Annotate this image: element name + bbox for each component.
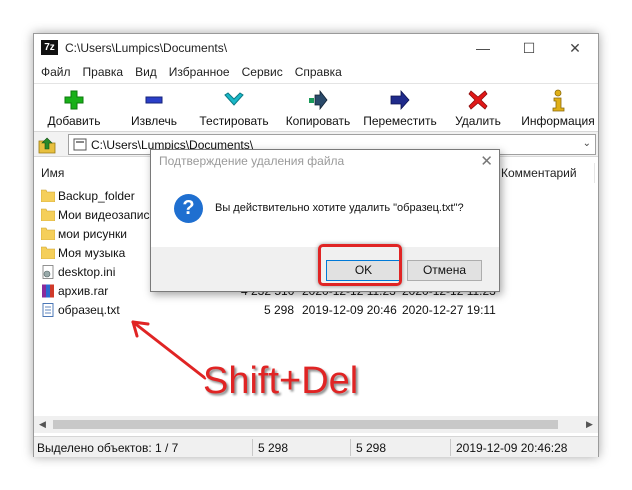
shortcut-annotation: Shift+Del bbox=[203, 360, 359, 402]
annotation-arrow-icon bbox=[131, 320, 207, 380]
